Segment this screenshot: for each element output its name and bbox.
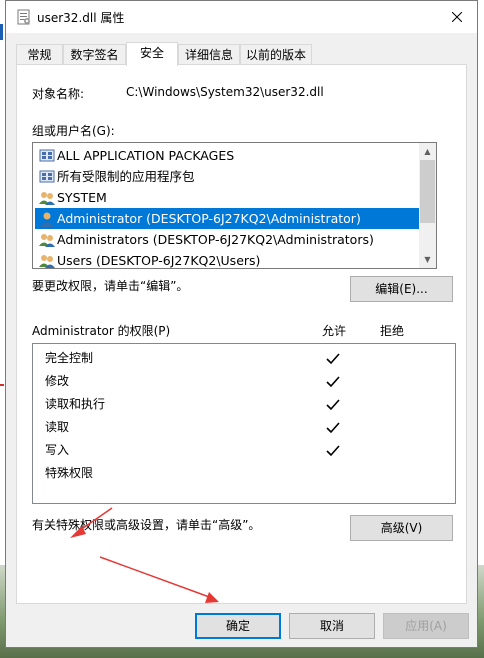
close-button[interactable] [437, 1, 477, 33]
advanced-hint: 有关特殊权限或高级设置，请单击“高级”。 [32, 518, 261, 532]
user-listbox[interactable]: ALL APPLICATION PACKAGES 所有受限制的应用程序包 SYS… [32, 142, 437, 269]
tab-previous-versions[interactable]: 以前的版本 [240, 44, 312, 64]
permission-row: 修改 [33, 370, 455, 393]
permission-row: 写入 [33, 439, 455, 462]
background-window-mark [0, 24, 3, 40]
permissions-list: 完全控制 修改 读取和执行 读取 写入 特殊权限 [32, 343, 456, 504]
group-or-user-label: 组或用户名(G): [32, 124, 115, 138]
permission-name: 特殊权限 [45, 466, 94, 480]
listbox-scrollbar[interactable]: ▲ ▼ [419, 143, 436, 268]
user-group-icon [39, 255, 55, 268]
apply-button[interactable]: 应用(A) [383, 613, 469, 639]
list-item[interactable]: 所有受限制的应用程序包 [35, 166, 419, 187]
permission-row: 读取 [33, 416, 455, 439]
permission-name: 读取和执行 [45, 397, 106, 411]
list-item-label: SYSTEM [57, 190, 107, 205]
list-item[interactable]: Administrators (DESKTOP-6J27KQ2\Administ… [35, 229, 419, 250]
list-item-label: Users (DESKTOP-6J27KQ2\Users) [57, 253, 261, 268]
permission-name: 修改 [45, 374, 70, 388]
checkmark-icon [326, 399, 340, 411]
permission-name: 写入 [45, 443, 70, 457]
permissions-header: Administrator 的权限(P) [32, 324, 171, 338]
app-package-icon [39, 149, 55, 162]
change-permissions-hint: 要更改权限，请单击“编辑”。 [32, 279, 189, 293]
edit-button[interactable]: 编辑(E)... [350, 276, 453, 302]
checkmark-icon [326, 422, 340, 434]
user-group-icon [39, 234, 55, 247]
list-item-label: Administrators (DESKTOP-6J27KQ2\Administ… [57, 232, 374, 247]
deny-column-header: 拒绝 [380, 324, 405, 338]
tab-security[interactable]: 安全 [126, 42, 178, 66]
file-icon [17, 9, 30, 25]
scroll-up-icon[interactable]: ▲ [419, 143, 436, 160]
window-title: user32.dll 属性 [37, 11, 125, 25]
object-name-label: 对象名称: [32, 87, 85, 101]
tab-strip: 常规 数字签名 安全 详细信息 以前的版本 [16, 42, 466, 66]
list-item-label: ALL APPLICATION PACKAGES [57, 148, 235, 163]
permission-row: 读取和执行 [33, 393, 455, 416]
background-window-mark [0, 384, 4, 386]
close-icon [452, 12, 462, 22]
checkmark-icon [326, 353, 340, 365]
scroll-down-icon[interactable]: ▼ [419, 251, 436, 268]
title-bar[interactable]: user32.dll 属性 [6, 1, 477, 33]
list-item-selected[interactable]: Administrator (DESKTOP-6J27KQ2\Administr… [35, 208, 419, 229]
allow-column-header: 允许 [322, 324, 347, 338]
permission-row: 完全控制 [33, 347, 455, 370]
checkmark-icon [326, 445, 340, 457]
permission-row: 特殊权限 [33, 462, 455, 485]
permission-name: 读取 [45, 420, 70, 434]
properties-dialog: user32.dll 属性 常规 数字签名 安全 详细信息 以前的版本 对象名称… [5, 0, 478, 648]
cancel-button[interactable]: 取消 [289, 613, 375, 639]
user-icon [40, 212, 54, 227]
tab-digital-signatures[interactable]: 数字签名 [63, 44, 126, 64]
permission-name: 完全控制 [45, 351, 94, 365]
list-item[interactable]: Users (DESKTOP-6J27KQ2\Users) [35, 250, 419, 268]
tab-general[interactable]: 常规 [16, 44, 63, 64]
ok-button[interactable]: 确定 [195, 613, 281, 639]
scroll-thumb[interactable] [420, 160, 435, 223]
app-package-icon [39, 170, 55, 183]
user-group-icon [39, 192, 55, 205]
object-name-value: C:\Windows\System32\user32.dll [126, 85, 324, 99]
tab-details[interactable]: 详细信息 [178, 44, 240, 64]
list-item[interactable]: ALL APPLICATION PACKAGES [35, 145, 419, 166]
checkmark-icon [326, 376, 340, 388]
list-item-label: Administrator (DESKTOP-6J27KQ2\Administr… [57, 211, 361, 226]
advanced-button[interactable]: 高级(V) [350, 515, 453, 541]
security-panel: 对象名称: C:\Windows\System32\user32.dll 组或用… [16, 64, 467, 604]
list-item-label: 所有受限制的应用程序包 [57, 169, 195, 184]
list-item[interactable]: SYSTEM [35, 187, 419, 208]
